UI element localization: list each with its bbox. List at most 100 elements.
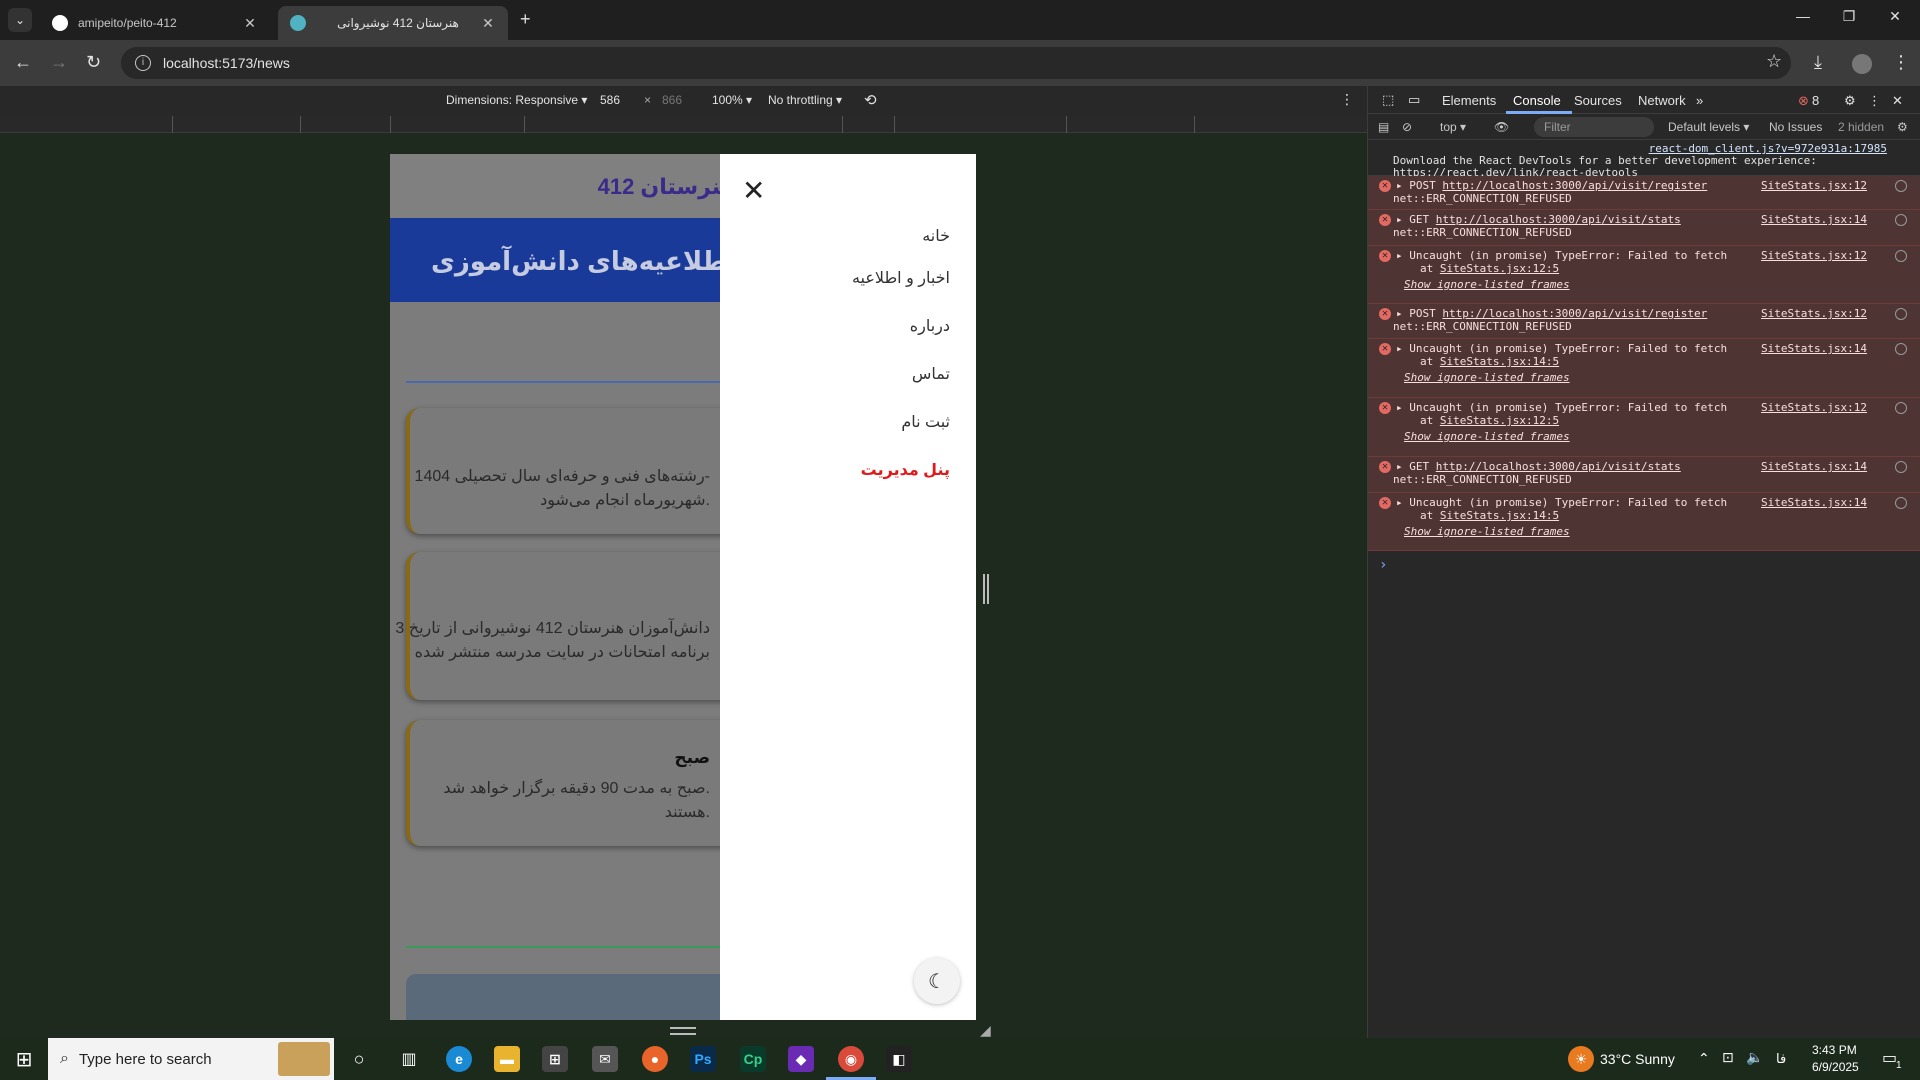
context-select[interactable]: top ▾ — [1440, 120, 1466, 134]
rotate-icon[interactable]: ⟲ — [864, 91, 877, 109]
site-info-icon[interactable]: i — [135, 55, 151, 71]
visual-studio-icon[interactable]: ◆ — [788, 1046, 814, 1072]
language-indicator[interactable]: فا — [1776, 1051, 1786, 1067]
restore-icon[interactable]: ❐ — [1826, 8, 1872, 25]
viewport-corner-grip[interactable]: ◢ — [980, 1022, 991, 1039]
cortana-icon[interactable]: ○ — [346, 1046, 372, 1072]
stack-frame-link[interactable]: SiteStats.jsx:14:5 — [1440, 355, 1559, 368]
weather-text[interactable]: 33°C Sunny — [1600, 1051, 1675, 1067]
inspect-element-icon[interactable]: ⬚ — [1382, 92, 1394, 108]
show-ignored-frames-link[interactable]: Show ignore-listed frames — [1404, 430, 1570, 443]
debug-icon[interactable] — [1895, 250, 1907, 262]
debug-icon[interactable] — [1895, 461, 1907, 473]
devtools-close-icon[interactable]: ✕ — [1892, 93, 1903, 109]
viewport-resize-handle[interactable] — [983, 574, 989, 604]
reload-icon[interactable]: ↻ — [86, 52, 101, 73]
mail-icon[interactable]: ✉ — [592, 1046, 618, 1072]
menu-item-home[interactable]: خانه — [922, 226, 950, 246]
download-icon[interactable]: ⤓ — [1814, 52, 1822, 73]
debug-icon[interactable] — [1895, 343, 1907, 355]
volume-icon[interactable]: 🔈 — [1746, 1049, 1763, 1066]
message-source-link[interactable]: SiteStats.jsx:12 — [1761, 249, 1867, 262]
devtools-settings-icon[interactable]: ⚙ — [1844, 93, 1856, 109]
error-count[interactable]: 8 — [1812, 93, 1819, 108]
file-explorer-icon[interactable]: ▬ — [494, 1046, 520, 1072]
clock-time[interactable]: 3:43 PM — [1812, 1043, 1857, 1057]
task-view-icon[interactable]: ▥ — [396, 1046, 422, 1072]
debug-icon[interactable] — [1895, 402, 1907, 414]
dimensions-select[interactable]: Dimensions: Responsive ▾ — [446, 93, 587, 107]
close-tab-icon[interactable]: ✕ — [480, 15, 496, 32]
back-icon[interactable]: ← — [14, 52, 32, 73]
message-source-link[interactable]: SiteStats.jsx:14 — [1761, 460, 1867, 473]
message-source-link[interactable]: SiteStats.jsx:12 — [1761, 179, 1867, 192]
terminal-app-icon[interactable]: ◧ — [886, 1046, 912, 1072]
show-ignored-frames-link[interactable]: Show ignore-listed frames — [1404, 525, 1570, 538]
store-icon[interactable]: ⊞ — [542, 1046, 568, 1072]
message-source-link[interactable]: SiteStats.jsx:14 — [1761, 213, 1867, 226]
message-source-link[interactable]: SiteStats.jsx:12 — [1761, 307, 1867, 320]
throttling-select[interactable]: No throttling ▾ — [768, 93, 842, 107]
window-close-icon[interactable]: ✕ — [1872, 8, 1918, 25]
devtools-menu-icon[interactable]: ⋮ — [1868, 93, 1881, 109]
console-filter-input[interactable]: Filter — [1534, 117, 1654, 137]
profile-avatar[interactable] — [1852, 54, 1872, 74]
menu-item-contact[interactable]: تماس — [912, 364, 950, 384]
device-toggle-icon[interactable]: ▭ — [1408, 92, 1420, 108]
menu-item-register[interactable]: ثبت نام — [901, 412, 950, 432]
debug-icon[interactable] — [1895, 180, 1907, 192]
stack-frame-link[interactable]: SiteStats.jsx:14:5 — [1440, 509, 1559, 522]
tab-school-site[interactable]: هنرستان 412 نوشیروانی ✕ — [278, 6, 508, 40]
request-url[interactable]: http://localhost:3000/api/visit/register — [1442, 179, 1707, 192]
debug-icon[interactable] — [1895, 497, 1907, 509]
clock-date[interactable]: 6/9/2025 — [1812, 1060, 1859, 1074]
log-levels-select[interactable]: Default levels ▾ — [1668, 120, 1749, 134]
close-menu-icon[interactable]: ✕ — [742, 174, 765, 207]
request-url[interactable]: http://localhost:3000/api/visit/stats — [1436, 460, 1681, 473]
edge-icon[interactable]: e — [446, 1046, 472, 1072]
tab-sources[interactable]: Sources — [1574, 93, 1622, 108]
chrome-icon[interactable]: ◉ — [838, 1046, 864, 1072]
menu-item-about[interactable]: درباره — [910, 316, 950, 336]
tray-chevron-icon[interactable]: ⌃ — [1698, 1050, 1710, 1067]
live-expression-icon[interactable]: 👁 — [1494, 120, 1509, 134]
windows-start-icon[interactable]: ⊞ — [0, 1038, 48, 1080]
debug-icon[interactable] — [1895, 214, 1907, 226]
notifications-icon[interactable]: ▭ — [1882, 1048, 1897, 1068]
menu-item-news[interactable]: اخبار و اطلاعیه — [852, 268, 950, 288]
zoom-select[interactable]: 100% ▾ — [712, 93, 752, 107]
firefox-icon[interactable]: ● — [642, 1046, 668, 1072]
forward-icon[interactable]: → — [50, 52, 68, 73]
message-source-link[interactable]: SiteStats.jsx:14 — [1761, 342, 1867, 355]
issues-link[interactable]: No Issues — [1769, 120, 1822, 134]
show-ignored-frames-link[interactable]: Show ignore-listed frames — [1404, 278, 1570, 291]
clear-console-icon[interactable]: ⊘ — [1402, 120, 1412, 134]
stack-frame-link[interactable]: SiteStats.jsx:12:5 — [1440, 414, 1559, 427]
tab-network[interactable]: Network — [1638, 93, 1686, 108]
height-input[interactable]: 866 — [662, 93, 682, 107]
viewport-bottom-handle[interactable] — [670, 1027, 696, 1035]
dark-mode-toggle[interactable]: ☾ — [914, 958, 960, 1004]
tab-elements[interactable]: Elements — [1442, 93, 1496, 108]
network-icon[interactable]: ⊡ — [1722, 1049, 1734, 1066]
tab-github[interactable]: amipeito/peito-412 ✕ — [40, 6, 270, 40]
bookmark-star-icon[interactable]: ☆ — [1766, 51, 1782, 72]
device-more-icon[interactable]: ⋮ — [1340, 91, 1354, 108]
close-tab-icon[interactable]: ✕ — [242, 15, 258, 32]
debug-icon[interactable] — [1895, 308, 1907, 320]
tab-console[interactable]: Console — [1513, 93, 1561, 108]
show-ignored-frames-link[interactable]: Show ignore-listed frames — [1404, 371, 1570, 384]
request-url[interactable]: http://localhost:3000/api/visit/stats — [1436, 213, 1681, 226]
browser-menu-icon[interactable]: ⋮ — [1892, 52, 1910, 73]
width-input[interactable]: 586 — [600, 93, 640, 107]
minimize-icon[interactable]: — — [1780, 8, 1826, 24]
stack-frame-link[interactable]: SiteStats.jsx:12:5 — [1440, 262, 1559, 275]
console-settings-icon[interactable]: ⚙ — [1897, 120, 1908, 134]
new-tab-button[interactable]: + — [520, 9, 531, 30]
message-source-link[interactable]: SiteStats.jsx:14 — [1761, 496, 1867, 509]
cp-app-icon[interactable]: Cp — [740, 1046, 766, 1072]
console-prompt-row[interactable]: › — [1368, 551, 1920, 581]
message-source-link[interactable]: SiteStats.jsx:12 — [1761, 401, 1867, 414]
more-tabs-icon[interactable]: » — [1696, 93, 1703, 108]
error-count-icon[interactable]: ⊗ — [1798, 93, 1809, 109]
